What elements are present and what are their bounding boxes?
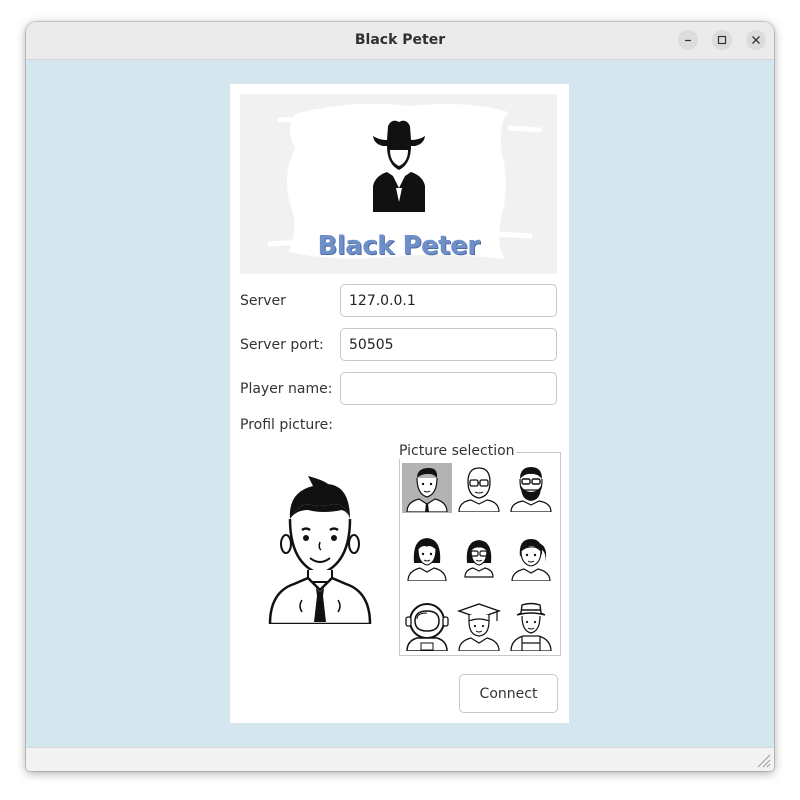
graduate-avatar-icon [456,603,502,651]
avatar-option-ponytail-woman[interactable] [506,532,556,582]
avatar-option-glasses-woman[interactable] [454,532,504,582]
app-window: Black Peter Black Peter Server 127.0.0.1… [26,22,774,771]
status-bar [26,747,774,771]
login-panel: Black Peter Server Server port: Player n… [230,84,569,723]
close-button[interactable] [746,30,766,50]
bearded-glasses-man-avatar-icon [510,467,552,512]
maximize-button[interactable] [712,30,732,50]
avatar-option-bearded-glasses-man[interactable] [506,463,556,513]
avatar-option-bald-glasses-man[interactable] [454,463,504,513]
title-bar[interactable]: Black Peter [26,22,774,60]
server-port-input[interactable] [340,328,557,361]
cowboy-logo-icon [373,120,425,212]
brand-title: Black Peter [317,231,480,261]
avatar-option-farmer-hat[interactable] [506,601,556,651]
profile-picture-avatar [268,476,372,624]
maximize-icon [717,35,727,45]
player-name-input[interactable] [340,372,557,405]
astronaut-avatar-icon [405,603,449,651]
window-title: Black Peter [354,32,446,48]
ponytail-woman-avatar-icon [511,539,551,581]
avatar-option-woman[interactable] [402,532,452,582]
minimize-button[interactable] [678,30,698,50]
avatar-option-graduate[interactable] [454,601,504,651]
woman-avatar-icon [407,538,447,581]
avatar-option-man-tie[interactable] [402,463,452,513]
avatar-option-astronaut[interactable] [402,601,452,651]
glasses-woman-avatar-icon [464,540,494,578]
picture-selection-title: Picture selection [399,443,516,459]
bald-glasses-man-avatar-icon [458,467,500,512]
close-icon [752,36,760,44]
banner: Black Peter [240,94,557,274]
man-tie-avatar-icon [406,468,448,512]
profile-picture-label: Profil picture: [240,417,333,433]
server-input[interactable] [340,284,557,317]
player-name-label: Player name: [240,381,333,397]
resize-grip-icon[interactable] [755,752,771,768]
minimize-icon [685,39,691,42]
server-label: Server [240,293,286,309]
window-content: Black Peter Server Server port: Player n… [26,60,774,747]
connect-button[interactable]: Connect [459,674,558,713]
server-port-label: Server port: [240,337,324,353]
farmer-hat-avatar-icon [510,602,552,651]
